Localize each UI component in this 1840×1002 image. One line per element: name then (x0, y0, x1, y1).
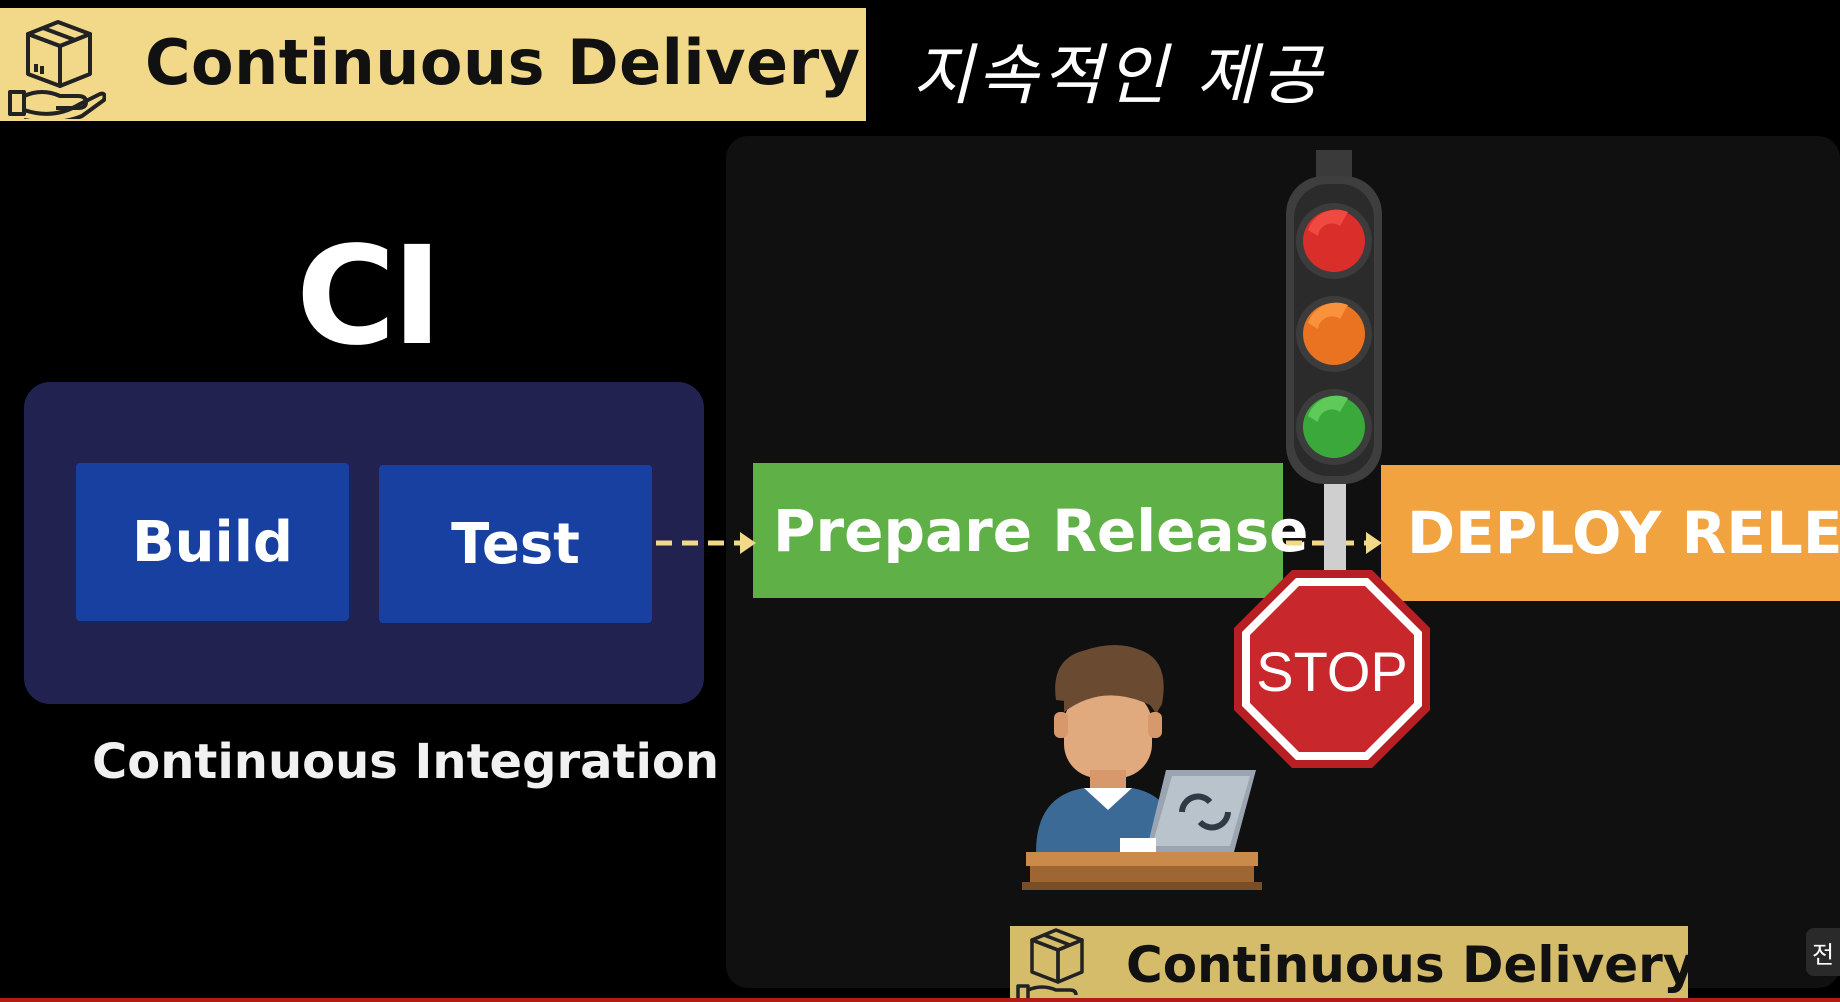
stop-sign-label: STOP (1256, 640, 1407, 703)
cd-badge-label: Continuous Delivery (1126, 936, 1688, 994)
stop-sign-icon: STOP (1234, 570, 1430, 768)
developer-laptop-icon (1022, 645, 1262, 890)
corner-button[interactable]: 전 (1806, 928, 1840, 976)
traffic-light-icon (1286, 150, 1382, 570)
pipeline-graphics: STOP (656, 150, 1430, 890)
arrow-ci-to-prepare (656, 532, 756, 554)
progress-strip (0, 998, 1840, 1002)
package-hand-icon (1016, 928, 1084, 1002)
cd-badge: Continuous Delivery (1010, 926, 1688, 1002)
